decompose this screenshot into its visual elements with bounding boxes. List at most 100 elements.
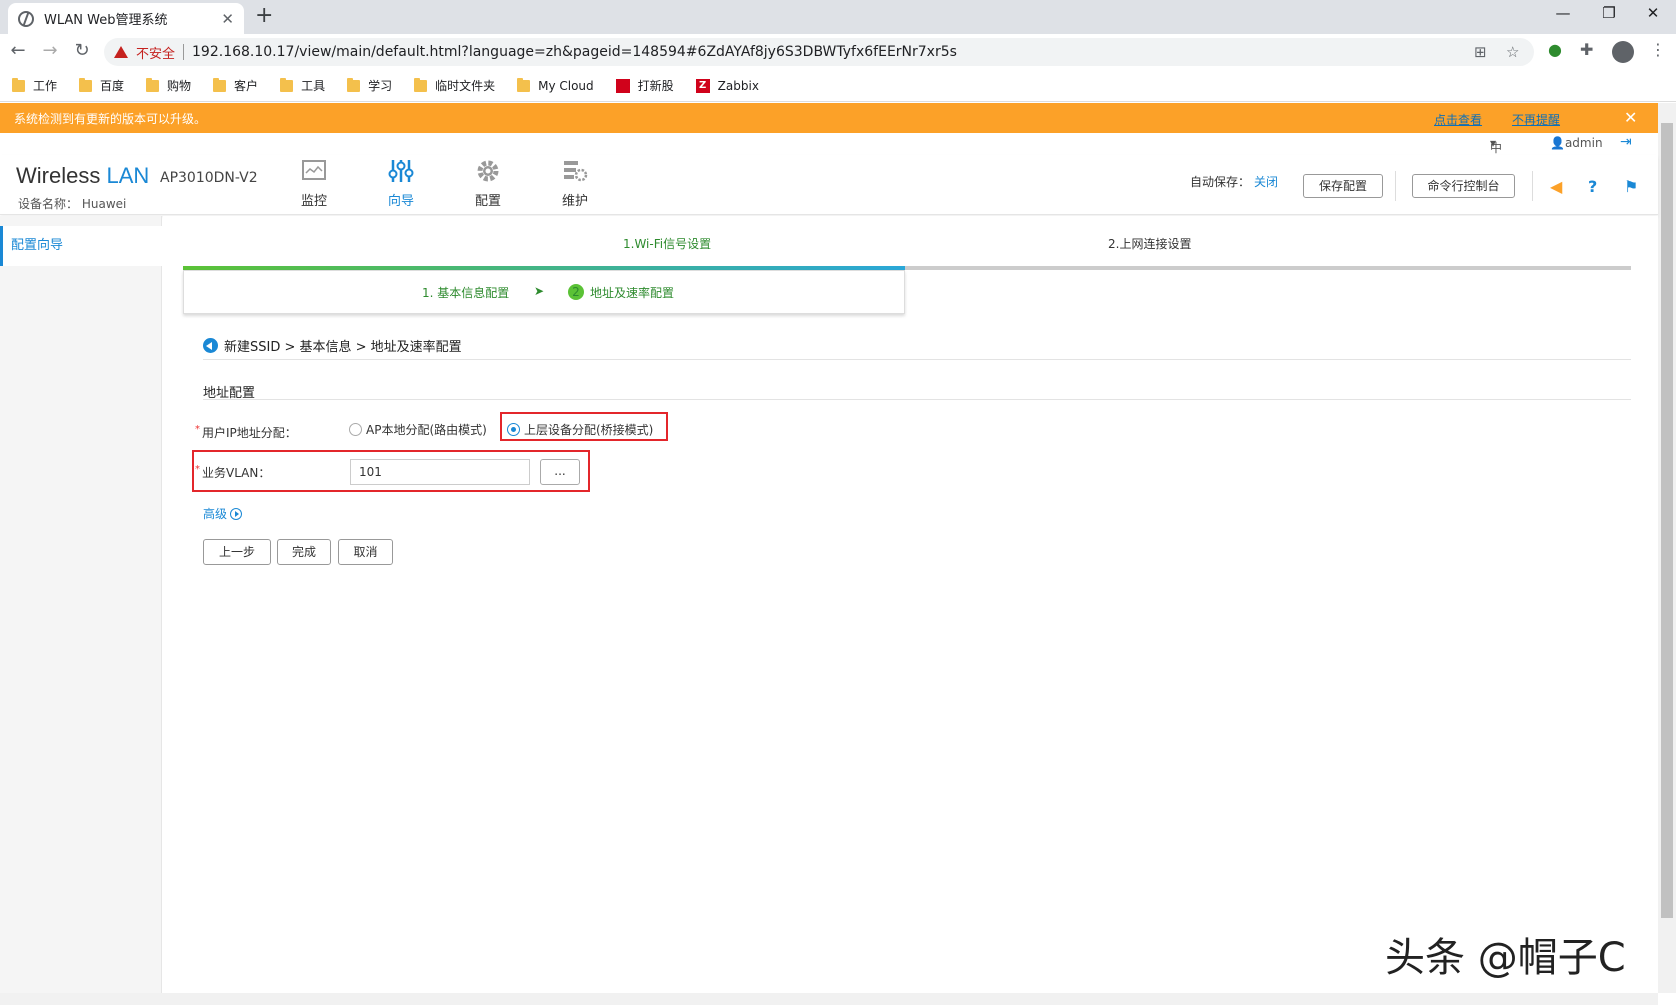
vertical-scroll-thumb[interactable] (1661, 123, 1673, 918)
app-header: Wireless LAN AP3010DN-V2 设备名称： Huawei 监控… (0, 155, 1658, 215)
gear-icon (477, 160, 499, 182)
bookmark-item[interactable]: 打新股 (615, 77, 674, 94)
advanced-toggle[interactable]: 高级 (203, 505, 243, 522)
bookmark-label: 购物 (167, 79, 192, 93)
bookmark-item[interactable]: 购物 (146, 77, 191, 94)
vlan-input[interactable] (350, 459, 530, 485)
radio-ap-local-dot[interactable] (349, 423, 362, 436)
bookmark-item[interactable]: 工作 (12, 77, 57, 94)
back-arrow-icon[interactable]: ← (6, 40, 30, 61)
flag-icon[interactable]: ⚑ (1624, 177, 1638, 196)
nav-wizard[interactable]: 向导 (371, 159, 431, 209)
bookmark-item[interactable]: Z Zabbix (695, 78, 759, 93)
puzzle-extensions-icon[interactable]: ✚ (1580, 40, 1593, 59)
profile-avatar-icon[interactable] (1612, 41, 1634, 63)
browser-menu-icon[interactable]: ⋮ (1650, 40, 1666, 59)
vlan-label-text: 业务VLAN： (202, 466, 271, 480)
folder-icon (347, 77, 361, 92)
forward-arrow-icon[interactable]: → (38, 40, 62, 61)
notification-icon[interactable]: ◀ (1550, 177, 1562, 196)
back-circle-icon[interactable] (203, 338, 218, 353)
nav-monitor[interactable]: 监控 (284, 159, 344, 209)
radio-upstream-bridge-dot[interactable] (507, 423, 520, 436)
required-mark: * (195, 424, 200, 435)
device-name-label: 设备名称： (18, 197, 79, 211)
substep-panel: 1. 基本信息配置 ➤ 2 地址及速率配置 (183, 270, 905, 314)
bookmark-item[interactable]: 临时文件夹 (414, 77, 495, 94)
folder-icon (79, 77, 93, 92)
monitor-icon (302, 160, 326, 180)
url-text[interactable]: 192.168.10.17/view/main/default.html?lan… (192, 44, 957, 60)
save-config-button[interactable]: 保存配置 (1303, 174, 1383, 198)
step-wifi-signal: 1.Wi-Fi信号设置 (623, 237, 712, 251)
zabbix-icon: Z (695, 78, 710, 93)
folder-icon (146, 77, 160, 92)
folder-icon (280, 77, 294, 92)
translate-icon[interactable]: ⊞ (1474, 43, 1487, 61)
utility-bar: 中文 ▾ 👤admin ⇥ (0, 133, 1658, 172)
new-tab-button[interactable]: + (255, 3, 273, 28)
vlan-label: * 业务VLAN： (195, 464, 270, 481)
user-name: admin (1564, 136, 1603, 150)
window-close-button[interactable]: ✕ (1630, 4, 1676, 22)
bookmark-label: My Cloud (538, 78, 594, 93)
user-icon: 👤 (1550, 136, 1565, 150)
url-omnibox[interactable]: 不安全 192.168.10.17/view/main/default.html… (104, 38, 1534, 66)
autosave-toggle[interactable]: 关闭 (1254, 173, 1278, 190)
reload-icon[interactable]: ↻ (70, 40, 94, 61)
nav-maintenance-label: 维护 (561, 194, 588, 209)
folder-icon (517, 77, 531, 92)
star-bookmark-icon[interactable]: ☆ (1506, 43, 1519, 61)
bookmark-label: 学习 (368, 79, 393, 93)
nav-maintenance[interactable]: 维护 (545, 159, 605, 209)
view-update-link[interactable]: 点击查看 (1434, 111, 1482, 128)
insecure-label[interactable]: 不安全 (136, 43, 175, 62)
horizontal-scrollbar[interactable] (0, 993, 1658, 1005)
update-banner: 系统检测到有更新的版本可以升级。 点击查看 不再提醒 ✕ (0, 103, 1658, 133)
required-mark: * (195, 464, 200, 475)
bookmark-item[interactable]: My Cloud (517, 77, 594, 93)
extension-globe-icon[interactable]: ● (1548, 40, 1562, 59)
breadcrumb: 新建SSID > 基本信息 > 地址及速率配置 (203, 336, 462, 355)
language-select[interactable]: 中文 ▾ (1490, 136, 1502, 172)
logout-icon[interactable]: ⇥ (1620, 134, 1632, 150)
bookmark-label: Zabbix (717, 78, 759, 93)
brand-wireless: Wireless (16, 163, 101, 188)
nav-wizard-label: 向导 (387, 194, 414, 209)
divider (203, 399, 1631, 400)
bookmark-item[interactable]: 工具 (280, 77, 325, 94)
prev-button[interactable]: 上一步 (203, 539, 271, 565)
substep-arrow-icon: ➤ (534, 284, 545, 298)
tab-close-icon[interactable]: ✕ (221, 10, 234, 28)
user-menu[interactable]: 👤admin (1550, 136, 1603, 150)
bookmark-item[interactable]: 学习 (347, 77, 392, 94)
minimize-button[interactable]: — (1540, 4, 1586, 22)
radio-ap-local[interactable]: AP本地分配(路由模式) (349, 421, 487, 438)
sidebar-item-config-wizard[interactable]: 配置向导 (0, 226, 162, 266)
dismiss-reminder-link[interactable]: 不再提醒 (1512, 111, 1560, 128)
bookmark-item[interactable]: 客户 (213, 77, 258, 94)
globe-icon (18, 10, 34, 27)
header-divider (1395, 171, 1396, 201)
maintenance-icon (564, 161, 588, 182)
folder-icon (213, 77, 227, 92)
autosave-label: 自动保存： (1190, 175, 1251, 189)
restore-button[interactable]: ❐ (1586, 4, 1632, 22)
radio-upstream-bridge[interactable]: 上层设备分配(桥接模式) (507, 421, 653, 438)
ip-alloc-label: * 用户IP地址分配： (195, 424, 297, 441)
bookmark-item[interactable]: 百度 (79, 77, 124, 94)
vlan-pick-button[interactable]: ... (540, 459, 580, 485)
advanced-label: 高级 (203, 507, 228, 521)
help-icon[interactable]: ? (1588, 177, 1597, 196)
finish-button[interactable]: 完成 (277, 539, 331, 565)
main-content: 1.Wi-Fi信号设置 2.上网连接设置 1. 基本信息配置 ➤ 2 地址及速率… (163, 216, 1658, 993)
substep-basic-info: 1. 基本信息配置 (422, 286, 510, 300)
nav-config[interactable]: 配置 (458, 159, 518, 209)
cancel-button[interactable]: 取消 (338, 539, 393, 565)
banner-close-icon[interactable]: ✕ (1624, 108, 1637, 127)
header-divider (1532, 171, 1533, 201)
cli-console-button[interactable]: 命令行控制台 (1412, 174, 1515, 198)
browser-tab[interactable]: WLAN Web管理系统 ✕ (8, 3, 244, 34)
brand-logo: Wireless LAN (16, 163, 149, 189)
address-bar: ← → ↻ 不安全 192.168.10.17/view/main/defaul… (0, 34, 1676, 70)
